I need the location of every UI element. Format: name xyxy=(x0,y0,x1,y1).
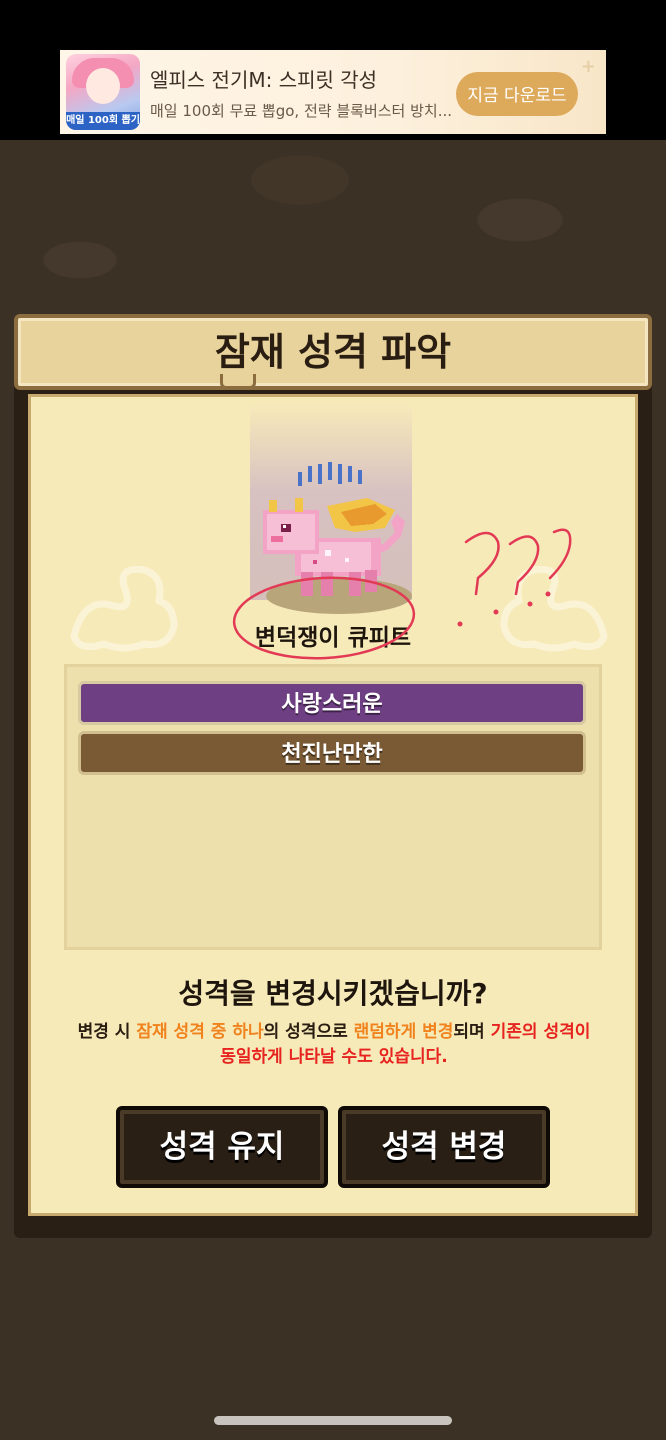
notice-highlight-orange: 랜덤하게 변경 xyxy=(353,1022,454,1042)
trait-item-selected[interactable]: 사랑스러운 xyxy=(78,681,586,725)
notice-text: 의 성격으로 xyxy=(263,1022,354,1042)
creature-sprite-icon[interactable] xyxy=(255,488,415,608)
ad-title[interactable]: 엘피스 전기M: 스피릿 각성 xyxy=(150,64,377,93)
decorative-swirl-left-icon xyxy=(70,565,178,652)
title-bar: 잠재 성격 파악 xyxy=(14,314,652,390)
ad-banner[interactable]: 매일 100회 뽑기 엘피스 전기M: 스피릿 각성 매일 100회 무료 뽑g… xyxy=(60,50,606,134)
ad-thumbnail[interactable]: 매일 100회 뽑기 xyxy=(66,54,140,130)
rustle-effect-icon xyxy=(298,462,362,486)
ad-download-button[interactable]: 지금 다운로드 xyxy=(456,72,578,116)
home-indicator[interactable] xyxy=(214,1416,452,1425)
keep-personality-button[interactable]: 성격 유지 xyxy=(116,1106,328,1188)
notice-highlight-orange: 잠재 성격 중 하나 xyxy=(136,1022,264,1042)
trait-item[interactable]: 천진난만한 xyxy=(78,731,586,775)
ad-thumb-label: 매일 100회 뽑기 xyxy=(66,112,140,130)
confirm-question: 성격을 변경시키겠습니까? xyxy=(178,977,488,1010)
change-notice: 변경 시 잠재 성격 중 하나의 성격으로 랜덤하게 변경되며 기존의 성격이 … xyxy=(70,1020,598,1070)
notice-text: 변경 시 xyxy=(77,1022,137,1042)
title-notch xyxy=(220,374,256,389)
ad-character-face xyxy=(86,68,120,104)
notice-text: 되며 xyxy=(453,1022,491,1042)
creature-name: 변덕쟁이 큐피트 xyxy=(254,625,412,651)
page-title: 잠재 성격 파악 xyxy=(214,330,452,374)
change-personality-button[interactable]: 성격 변경 xyxy=(338,1106,550,1188)
ad-close-icon[interactable]: + xyxy=(581,56,596,77)
ad-subtitle: 매일 100회 무료 뽑go, 전략 블록버스터 방치... xyxy=(150,102,453,120)
decorative-swirl-right-icon xyxy=(500,565,608,652)
